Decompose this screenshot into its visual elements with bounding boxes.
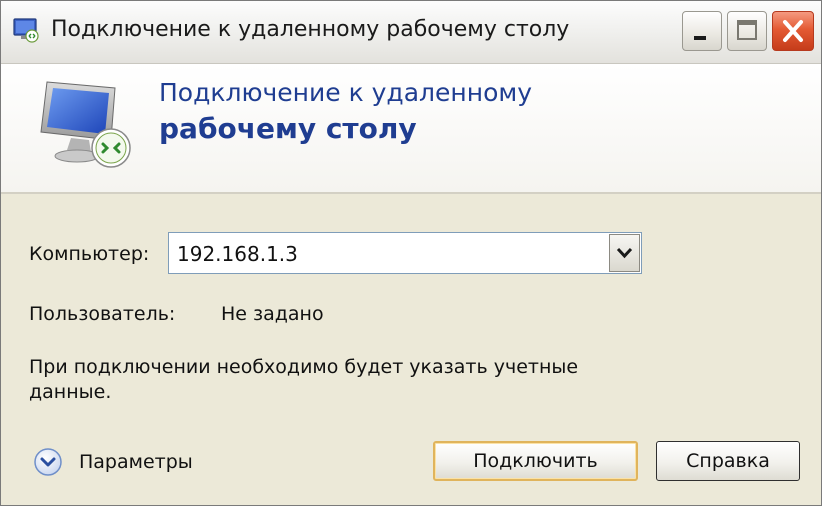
connect-button[interactable]: Подключить: [433, 441, 638, 481]
window-title: Подключение к удаленному рабочему столу: [51, 17, 570, 42]
remote-desktop-icon: [13, 18, 39, 43]
minimize-icon: [694, 36, 706, 40]
close-button[interactable]: [772, 11, 814, 51]
banner-title-line2: рабочему столу: [159, 112, 417, 145]
rdp-dialog-window: Подключение к удаленному рабочему столу: [0, 0, 822, 506]
credentials-notice-line1: При подключении необходимо будет указать…: [29, 356, 579, 378]
computer-combobox[interactable]: 192.168.1.3: [168, 232, 642, 274]
chevron-down-icon: [616, 247, 633, 259]
minimize-button[interactable]: [682, 11, 722, 51]
header-banner: Подключение к удаленному рабочему столу: [1, 64, 821, 194]
close-icon: [783, 20, 803, 42]
options-label[interactable]: Параметры: [79, 451, 193, 473]
computer-label: Компьютер:: [29, 243, 150, 265]
user-value: Не задано: [221, 303, 324, 325]
maximize-icon: [737, 20, 757, 40]
credentials-notice-line2: данные.: [29, 381, 112, 403]
banner-title-line1: Подключение к удаленному: [159, 78, 533, 107]
chevron-down-circle-icon: [34, 448, 62, 476]
maximize-button[interactable]: [727, 11, 767, 51]
computer-dropdown-button[interactable]: [609, 234, 640, 272]
title-bar[interactable]: Подключение к удаленному рабочему столу: [1, 1, 821, 64]
help-button[interactable]: Справка: [656, 441, 800, 481]
computer-input[interactable]: 192.168.1.3: [177, 242, 298, 266]
remote-desktop-monitor-icon: [40, 81, 131, 168]
user-label: Пользователь:: [29, 303, 176, 325]
